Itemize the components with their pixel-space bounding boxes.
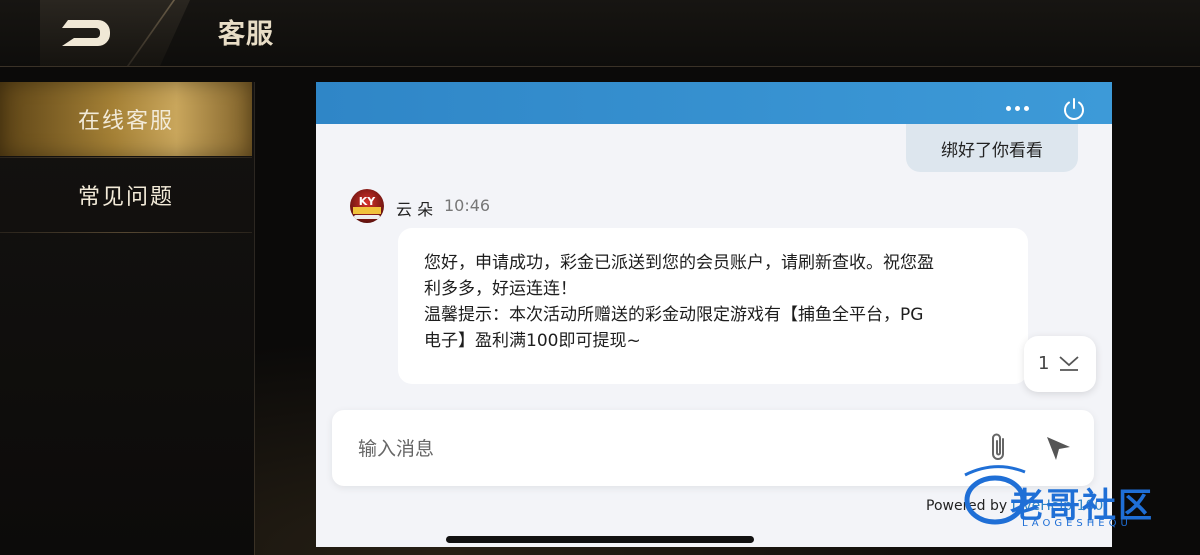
sidebar-item-online-service[interactable]: 在线客服 (0, 82, 252, 156)
sidebar-divider (0, 232, 252, 233)
home-indicator[interactable] (446, 536, 754, 543)
top-bar: 客服 (0, 0, 1200, 67)
sidebar-item-label: 在线客服 (77, 109, 174, 134)
scroll-to-new-button[interactable]: 1 (1024, 336, 1096, 392)
back-arrow-icon (62, 20, 110, 46)
agent-message-bubble: 您好，申请成功，彩金已派送到您的会员账户，请刷新查收。祝您盈 利多多，好运连连！… (398, 228, 1028, 384)
user-message-text: 绑好了你看看 (941, 140, 1043, 161)
power-icon[interactable] (1062, 97, 1086, 121)
sidebar-item-faq[interactable]: 常见问题 (0, 158, 252, 232)
agent-name: 云 朵 (396, 200, 434, 219)
avatar: KY (350, 189, 384, 223)
sidebar: 在线客服 常见问题 (0, 82, 255, 555)
unread-count: 1 (1038, 353, 1050, 374)
watermark-logo: 老哥社区 LAOGESHEQU (960, 460, 1190, 540)
more-dots-icon (1024, 106, 1029, 111)
user-message-bubble: 绑好了你看看 (906, 124, 1078, 172)
avatar-logo-strip (354, 215, 380, 219)
watermark-subtext: LAOGESHEQU (1022, 518, 1132, 529)
agent-message-text: 您好，申请成功，彩金已派送到您的会员账户，请刷新查收。祝您盈 利多多，好运连连！… (424, 253, 934, 351)
page-title: 客服 (218, 19, 274, 50)
sidebar-item-label: 常见问题 (77, 185, 174, 210)
send-icon[interactable] (1044, 434, 1072, 462)
more-dots-icon (1015, 106, 1020, 111)
chat-header (316, 82, 1112, 124)
message-timestamp: 10:46 (444, 196, 491, 215)
chevron-down-icon (1059, 356, 1079, 371)
more-dots-icon (1006, 106, 1011, 111)
paperclip-icon[interactable] (986, 430, 1012, 464)
more-options-button[interactable] (1006, 104, 1032, 114)
message-input[interactable] (356, 430, 960, 468)
avatar-logo-band (353, 207, 381, 214)
